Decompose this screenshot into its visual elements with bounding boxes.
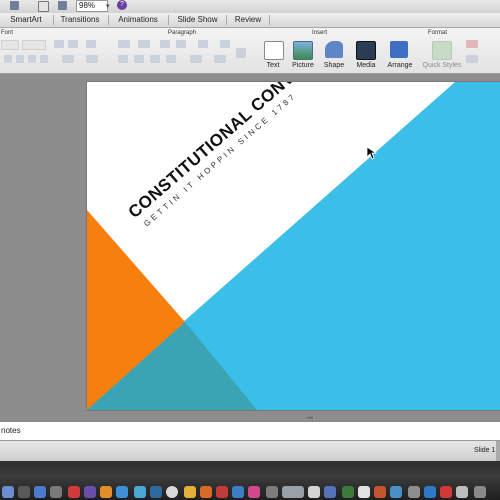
app-icon[interactable] bbox=[358, 486, 370, 498]
app-icon[interactable] bbox=[374, 486, 386, 498]
quick-styles-button-label[interactable]: Quick Styles bbox=[420, 62, 464, 69]
line-color-icon[interactable] bbox=[466, 55, 478, 63]
arrange-icon[interactable] bbox=[390, 41, 408, 58]
justify-icon[interactable] bbox=[166, 55, 176, 63]
notes-placeholder: notes bbox=[1, 426, 21, 435]
line-spacing-icon[interactable] bbox=[198, 40, 208, 48]
tab-slide-show[interactable]: Slide Show bbox=[170, 13, 225, 27]
text-box-icon[interactable] bbox=[264, 41, 284, 60]
gallery-icon[interactable] bbox=[58, 1, 67, 10]
app-icon[interactable] bbox=[324, 486, 336, 498]
app-icon[interactable] bbox=[232, 486, 244, 498]
app-icon[interactable] bbox=[200, 486, 212, 498]
help-icon[interactable]: ? bbox=[117, 0, 127, 10]
app-icon[interactable] bbox=[116, 486, 128, 498]
align-left-icon[interactable] bbox=[118, 55, 128, 63]
group-label-format: Format bbox=[428, 30, 448, 36]
align-center-icon[interactable] bbox=[134, 55, 144, 63]
zoom-dropdown-icon[interactable]: ▾ bbox=[106, 2, 110, 10]
italic-icon[interactable] bbox=[16, 55, 24, 63]
strikethrough-icon[interactable] bbox=[40, 55, 48, 63]
clock-widget-icon[interactable] bbox=[282, 486, 304, 498]
app-icon[interactable] bbox=[248, 486, 260, 498]
numbering-icon[interactable] bbox=[138, 40, 150, 48]
undo-icon[interactable] bbox=[10, 1, 19, 10]
dock bbox=[0, 484, 500, 500]
quick-access-toolbar: 98% ▾ ? bbox=[0, 0, 500, 14]
highlight-icon[interactable] bbox=[62, 55, 74, 63]
app-icon[interactable] bbox=[390, 486, 402, 498]
group-label-font: Font bbox=[1, 30, 14, 36]
zoom-field[interactable]: 98% bbox=[76, 0, 108, 12]
app-icon[interactable] bbox=[84, 486, 96, 498]
align-right-icon[interactable] bbox=[150, 55, 160, 63]
font-color-icon[interactable] bbox=[86, 55, 98, 63]
app-icon[interactable] bbox=[216, 486, 228, 498]
slide-background-shapes bbox=[87, 82, 500, 410]
grow-font-icon[interactable] bbox=[54, 40, 64, 48]
view-icon[interactable] bbox=[38, 1, 49, 12]
status-bar: Slide 1 bbox=[0, 440, 500, 461]
ribbon: Font Paragraph Insert Format Text Pictur… bbox=[0, 28, 500, 74]
dashboard-icon[interactable] bbox=[18, 486, 30, 498]
shrink-font-icon[interactable] bbox=[68, 40, 78, 48]
tab-animations[interactable]: Animations bbox=[109, 13, 167, 27]
tab-review[interactable]: Review bbox=[228, 13, 268, 27]
app-icon[interactable] bbox=[408, 486, 420, 498]
media-button-label[interactable]: Media bbox=[352, 62, 380, 69]
tab-divider bbox=[168, 15, 169, 25]
ribbon-tab-bar: SmartArt Transitions Animations Slide Sh… bbox=[0, 13, 500, 28]
quick-styles-icon[interactable] bbox=[432, 41, 452, 60]
app-icon[interactable] bbox=[424, 486, 436, 498]
status-divider bbox=[496, 441, 500, 461]
shape-icon[interactable] bbox=[325, 41, 343, 58]
bullets-icon[interactable] bbox=[118, 40, 130, 48]
tab-smartart[interactable]: SmartArt bbox=[0, 13, 52, 27]
tab-divider bbox=[269, 15, 270, 25]
picture-button-label[interactable]: Picture bbox=[289, 62, 317, 69]
font-size-field[interactable] bbox=[22, 40, 46, 50]
app-icon[interactable] bbox=[440, 486, 452, 498]
bold-icon[interactable] bbox=[4, 55, 12, 63]
clear-format-icon[interactable] bbox=[86, 40, 96, 48]
tab-divider bbox=[226, 15, 227, 25]
app-icon[interactable] bbox=[266, 486, 278, 498]
group-label-paragraph: Paragraph bbox=[168, 30, 197, 36]
text-button-label[interactable]: Text bbox=[262, 62, 284, 69]
underline-icon[interactable] bbox=[28, 55, 36, 63]
slide-indicator: Slide 1 bbox=[474, 447, 496, 454]
align-text-icon[interactable] bbox=[214, 55, 226, 63]
app-icon[interactable] bbox=[474, 486, 486, 498]
tab-transitions[interactable]: Transitions bbox=[54, 13, 106, 27]
font-name-field[interactable] bbox=[1, 40, 19, 50]
decrease-indent-icon[interactable] bbox=[160, 40, 170, 48]
columns-icon[interactable] bbox=[190, 55, 202, 63]
app-icon[interactable] bbox=[184, 486, 196, 498]
shape-button-label[interactable]: Shape bbox=[320, 62, 348, 69]
app-icon[interactable] bbox=[50, 486, 62, 498]
group-label-insert: Insert bbox=[312, 30, 328, 36]
notes-pane[interactable]: notes bbox=[0, 421, 500, 440]
picture-icon[interactable] bbox=[293, 41, 313, 60]
media-icon[interactable] bbox=[356, 41, 376, 60]
arrange-button-label[interactable]: Arrange bbox=[384, 62, 416, 69]
app-icon[interactable] bbox=[34, 486, 46, 498]
app-icon[interactable] bbox=[100, 486, 112, 498]
app-icon[interactable] bbox=[456, 486, 468, 498]
app-icon[interactable] bbox=[150, 486, 162, 498]
finder-icon[interactable] bbox=[2, 486, 14, 498]
fill-color-icon[interactable] bbox=[466, 40, 478, 48]
text-direction-icon[interactable] bbox=[220, 40, 230, 48]
smartart-convert-icon[interactable] bbox=[236, 48, 246, 58]
app-icon[interactable] bbox=[166, 486, 178, 498]
app-icon[interactable] bbox=[342, 486, 354, 498]
app-icon[interactable] bbox=[308, 486, 320, 498]
app-icon[interactable] bbox=[68, 486, 80, 498]
mouse-cursor-icon bbox=[366, 146, 378, 160]
increase-indent-icon[interactable] bbox=[176, 40, 186, 48]
slide[interactable]: CONSTITUTIONAL CONVENTION GETTIN IT HOPP… bbox=[87, 82, 500, 410]
app-icon[interactable] bbox=[134, 486, 146, 498]
